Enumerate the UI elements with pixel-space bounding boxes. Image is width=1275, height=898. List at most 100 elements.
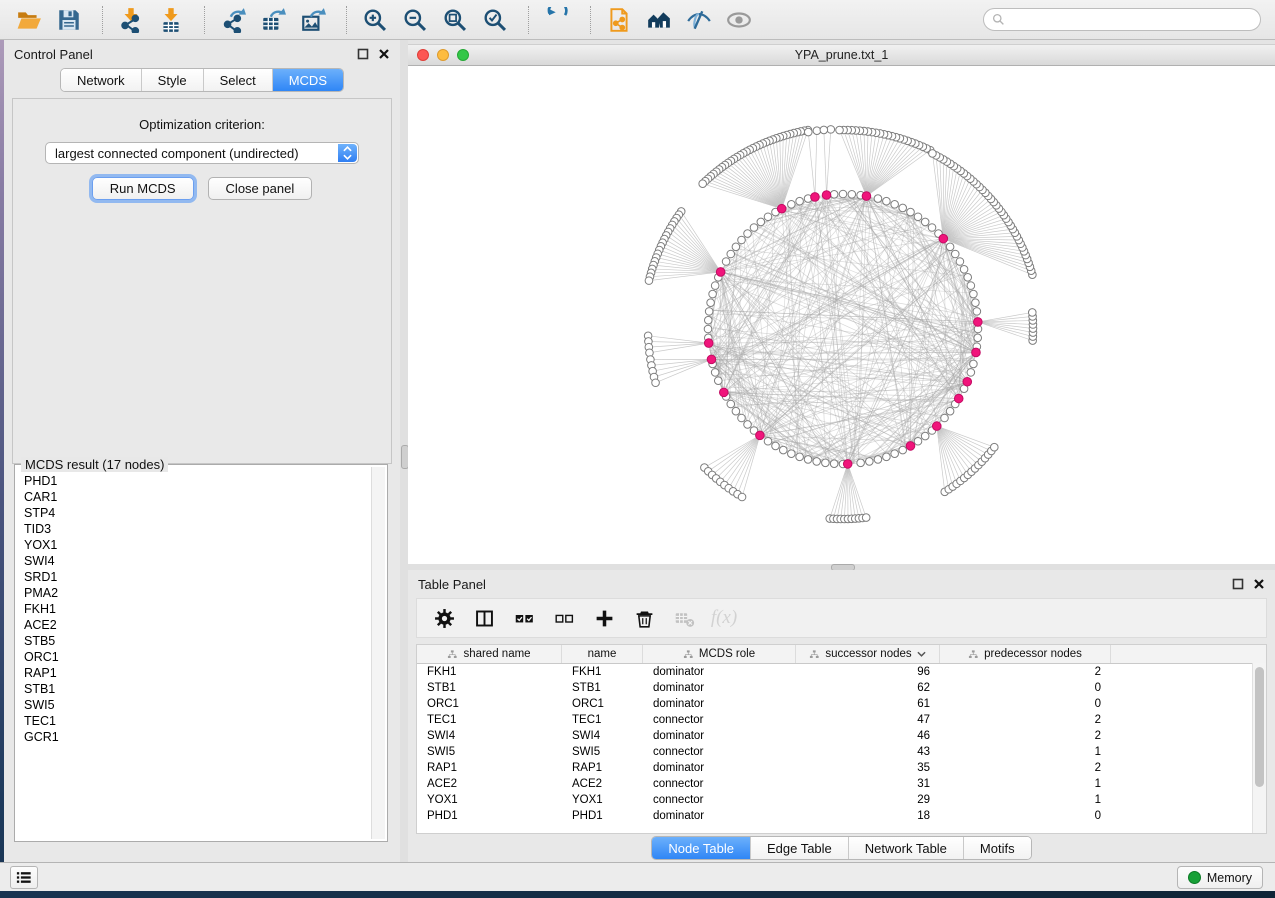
cell-successor_nodes: 18: [796, 810, 940, 822]
scrollbar-thumb[interactable]: [1255, 667, 1264, 787]
cell-name: ORC1: [562, 698, 643, 710]
refresh-icon[interactable]: [540, 5, 574, 35]
chevron-up-down-icon: [338, 144, 357, 162]
gear-icon[interactable]: [431, 605, 457, 631]
export-table-icon[interactable]: [256, 5, 290, 35]
search-input[interactable]: [983, 8, 1261, 31]
result-list-item[interactable]: GCR1: [24, 729, 372, 745]
result-list-item[interactable]: CAR1: [24, 489, 372, 505]
table-row[interactable]: ORC1ORC1dominator610: [417, 696, 1266, 712]
tab-node-table[interactable]: Node Table: [652, 837, 750, 859]
add-column-icon[interactable]: [591, 605, 617, 631]
minimize-window-icon[interactable]: [437, 49, 449, 61]
cell-mcds_role: connector: [643, 746, 796, 758]
network-graph[interactable]: [408, 66, 1275, 564]
result-list-item[interactable]: ORC1: [24, 649, 372, 665]
document-share-icon[interactable]: [602, 5, 636, 35]
memory-button[interactable]: Memory: [1177, 866, 1263, 889]
float-icon[interactable]: [357, 48, 369, 60]
tab-network[interactable]: Network: [61, 69, 141, 91]
result-list-item[interactable]: FKH1: [24, 601, 372, 617]
close-panel-button[interactable]: Close panel: [208, 177, 313, 200]
import-table-icon[interactable]: [154, 5, 188, 35]
zoom-in-icon[interactable]: [358, 5, 392, 35]
cell-predecessor_nodes: 2: [940, 714, 1111, 726]
column-header-MCDS-role[interactable]: MCDS role: [643, 645, 796, 663]
result-list-item[interactable]: STB1: [24, 681, 372, 697]
result-list-scrollbar[interactable]: [371, 467, 385, 839]
open-folder-icon[interactable]: [12, 5, 46, 35]
run-mcds-button[interactable]: Run MCDS: [92, 177, 194, 200]
cell-shared_name: PHD1: [417, 810, 562, 822]
table-row[interactable]: RAP1RAP1dominator352: [417, 760, 1266, 776]
delete-table-icon: [671, 605, 697, 631]
maximize-window-icon[interactable]: [457, 49, 469, 61]
hide-eye-icon[interactable]: [682, 5, 716, 35]
deselect-all-icon[interactable]: [551, 605, 577, 631]
result-list-item[interactable]: YOX1: [24, 537, 372, 553]
result-list-item[interactable]: TID3: [24, 521, 372, 537]
close-icon[interactable]: [378, 48, 390, 60]
select-all-icon[interactable]: [511, 605, 537, 631]
optimization-criterion-select[interactable]: largest connected component (undirected): [45, 142, 359, 164]
cell-shared_name: SWI4: [417, 730, 562, 742]
cell-shared_name: ORC1: [417, 698, 562, 710]
table-row[interactable]: SWI5SWI5connector431: [417, 744, 1266, 760]
float-icon[interactable]: [1232, 578, 1244, 590]
delete-column-icon[interactable]: [631, 605, 657, 631]
column-header-predecessor-nodes[interactable]: predecessor nodes: [940, 645, 1111, 663]
cell-mcds_role: dominator: [643, 682, 796, 694]
network-view-canvas[interactable]: [408, 66, 1275, 564]
table-scrollbar[interactable]: [1252, 663, 1266, 833]
tab-style[interactable]: Style: [141, 69, 203, 91]
tab-select[interactable]: Select: [203, 69, 272, 91]
export-image-icon[interactable]: [296, 5, 330, 35]
close-icon[interactable]: [1253, 578, 1265, 590]
show-eye-icon[interactable]: [722, 5, 756, 35]
result-list-item[interactable]: RAP1: [24, 665, 372, 681]
selected-option: largest connected component (undirected): [55, 146, 299, 161]
table-row[interactable]: YOX1YOX1connector291: [417, 792, 1266, 808]
tab-network-table[interactable]: Network Table: [848, 837, 963, 859]
table-row[interactable]: STB1STB1dominator620: [417, 680, 1266, 696]
table-row[interactable]: FKH1FKH1dominator962: [417, 664, 1266, 680]
result-list-item[interactable]: SRD1: [24, 569, 372, 585]
result-list-item[interactable]: SWI4: [24, 553, 372, 569]
export-network-icon[interactable]: [216, 5, 250, 35]
zoom-out-icon[interactable]: [398, 5, 432, 35]
column-header-successor-nodes[interactable]: successor nodes: [796, 645, 940, 663]
result-list-item[interactable]: TEC1: [24, 713, 372, 729]
table-row[interactable]: PHD1PHD1dominator180: [417, 808, 1266, 824]
column-split-icon[interactable]: [471, 605, 497, 631]
result-list-item[interactable]: ACE2: [24, 617, 372, 633]
task-history-button[interactable]: [10, 866, 38, 889]
column-header-shared-name[interactable]: shared name: [417, 645, 562, 663]
network-window-title: YPA_prune.txt_1: [795, 48, 889, 62]
neighbors-icon[interactable]: [642, 5, 676, 35]
zoom-fit-icon[interactable]: [438, 5, 472, 35]
result-list-item[interactable]: PHD1: [24, 473, 372, 489]
table-row[interactable]: ACE2ACE2connector311: [417, 776, 1266, 792]
result-list-item[interactable]: STP4: [24, 505, 372, 521]
result-list-item[interactable]: PMA2: [24, 585, 372, 601]
mcds-result-list[interactable]: PHD1CAR1STP4TID3YOX1SWI4SRD1PMA2FKH1ACE2…: [17, 467, 372, 839]
import-network-icon[interactable]: [114, 5, 148, 35]
tab-motifs[interactable]: Motifs: [963, 837, 1031, 859]
cell-name: ACE2: [562, 778, 643, 790]
vertical-splitter[interactable]: [400, 40, 408, 862]
result-list-item[interactable]: SWI5: [24, 697, 372, 713]
cell-shared_name: YOX1: [417, 794, 562, 806]
column-header-name[interactable]: name: [562, 645, 643, 663]
zoom-selected-icon[interactable]: [478, 5, 512, 35]
tab-edge-table[interactable]: Edge Table: [750, 837, 848, 859]
table-row[interactable]: SWI4SWI4dominator462: [417, 728, 1266, 744]
result-list-item[interactable]: STB5: [24, 633, 372, 649]
cell-mcds_role: connector: [643, 794, 796, 806]
table-panel: Table Panel f(x) shared namenameMCDS rol…: [408, 570, 1275, 862]
save-icon[interactable]: [52, 5, 86, 35]
tab-mcds[interactable]: MCDS: [272, 69, 343, 91]
mcds-tab-panel: Optimization criterion: largest connecte…: [12, 98, 392, 464]
close-window-icon[interactable]: [417, 49, 429, 61]
cell-mcds_role: dominator: [643, 666, 796, 678]
table-row[interactable]: TEC1TEC1connector472: [417, 712, 1266, 728]
